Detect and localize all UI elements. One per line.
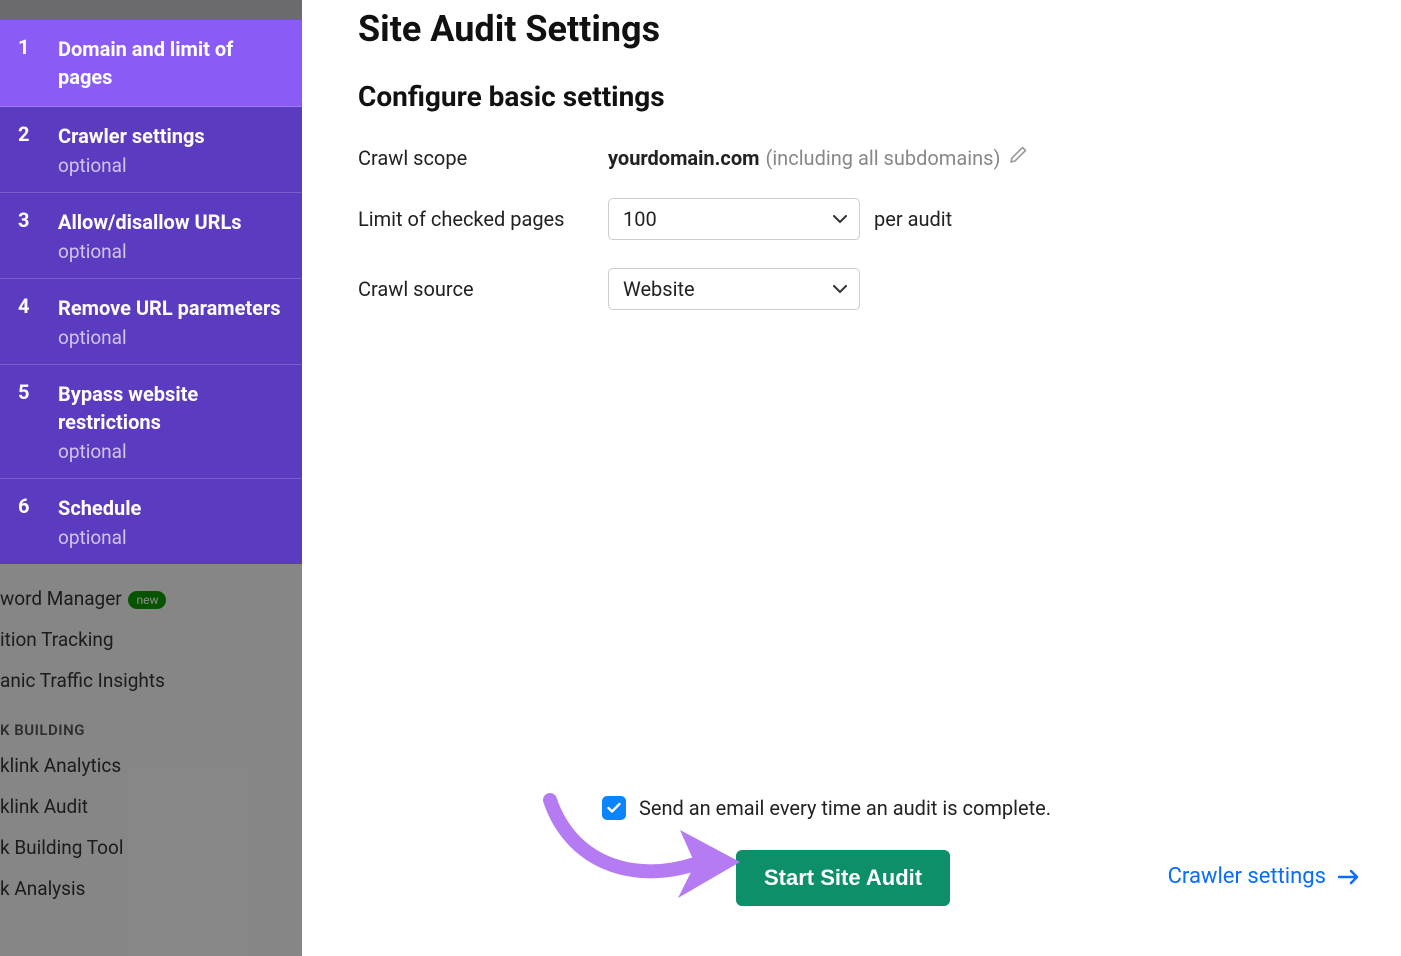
step-remove-url-params[interactable]: 4 Remove URL parameters optional (0, 279, 302, 365)
crawl-source-select[interactable]: Website (608, 268, 860, 310)
step-title: Domain and limit of pages (58, 35, 284, 91)
crawl-source-label: Crawl source (358, 277, 608, 301)
crawl-scope-value: yourdomain.com (including all subdomains… (608, 145, 1028, 170)
step-subtitle: optional (58, 240, 242, 263)
step-number: 5 (18, 380, 42, 404)
step-subtitle: optional (58, 154, 205, 177)
chevron-down-icon (833, 285, 847, 294)
action-row: Start Site Audit Crawler settings (358, 850, 1378, 906)
step-number: 1 (18, 35, 42, 59)
crawler-settings-link[interactable]: Crawler settings (1168, 864, 1360, 889)
crawler-settings-link-label: Crawler settings (1168, 864, 1326, 889)
arrow-right-icon (1338, 869, 1360, 885)
limit-pages-suffix: per audit (874, 207, 952, 231)
steps-sidebar: 1 Domain and limit of pages 2 Crawler se… (0, 0, 302, 564)
step-title: Crawler settings (58, 122, 205, 150)
step-number: 3 (18, 208, 42, 232)
limit-pages-row: Limit of checked pages 100 per audit (358, 198, 1378, 240)
step-number: 6 (18, 494, 42, 518)
email-checkbox[interactable] (602, 796, 626, 820)
page-title: Site Audit Settings (358, 8, 1378, 50)
email-checkbox-label: Send an email every time an audit is com… (639, 796, 1051, 820)
limit-pages-label: Limit of checked pages (358, 207, 608, 231)
step-bypass-restrictions[interactable]: 5 Bypass website restrictions optional (0, 365, 302, 479)
email-notification-row: Send an email every time an audit is com… (602, 796, 1378, 820)
step-allow-disallow[interactable]: 3 Allow/disallow URLs optional (0, 193, 302, 279)
check-icon (607, 802, 621, 814)
sidebar-top-strip (0, 0, 302, 20)
step-title: Schedule (58, 494, 141, 522)
step-title: Allow/disallow URLs (58, 208, 242, 236)
step-crawler-settings[interactable]: 2 Crawler settings optional (0, 107, 302, 193)
crawl-scope-label: Crawl scope (358, 146, 608, 170)
step-number: 4 (18, 294, 42, 318)
step-title: Remove URL parameters (58, 294, 281, 322)
crawl-source-value: Website (623, 277, 695, 301)
start-site-audit-button[interactable]: Start Site Audit (736, 850, 950, 906)
limit-pages-select[interactable]: 100 (608, 198, 860, 240)
section-title: Configure basic settings (358, 80, 1378, 113)
pencil-icon[interactable] (1008, 145, 1028, 170)
footer-area: Send an email every time an audit is com… (358, 796, 1378, 906)
limit-pages-value: 100 (623, 207, 657, 231)
step-number: 2 (18, 122, 42, 146)
step-subtitle: optional (58, 326, 281, 349)
main-content: Site Audit Settings Configure basic sett… (358, 8, 1378, 338)
chevron-down-icon (833, 215, 847, 224)
step-subtitle: optional (58, 526, 141, 549)
step-schedule[interactable]: 6 Schedule optional (0, 479, 302, 564)
step-title: Bypass website restrictions (58, 380, 284, 436)
step-domain-limit[interactable]: 1 Domain and limit of pages (0, 20, 302, 107)
crawl-scope-row: Crawl scope yourdomain.com (including al… (358, 145, 1378, 170)
crawl-scope-note: (including all subdomains) (765, 146, 1000, 170)
step-subtitle: optional (58, 440, 284, 463)
crawl-source-row: Crawl source Website (358, 268, 1378, 310)
crawl-scope-domain: yourdomain.com (608, 146, 759, 170)
